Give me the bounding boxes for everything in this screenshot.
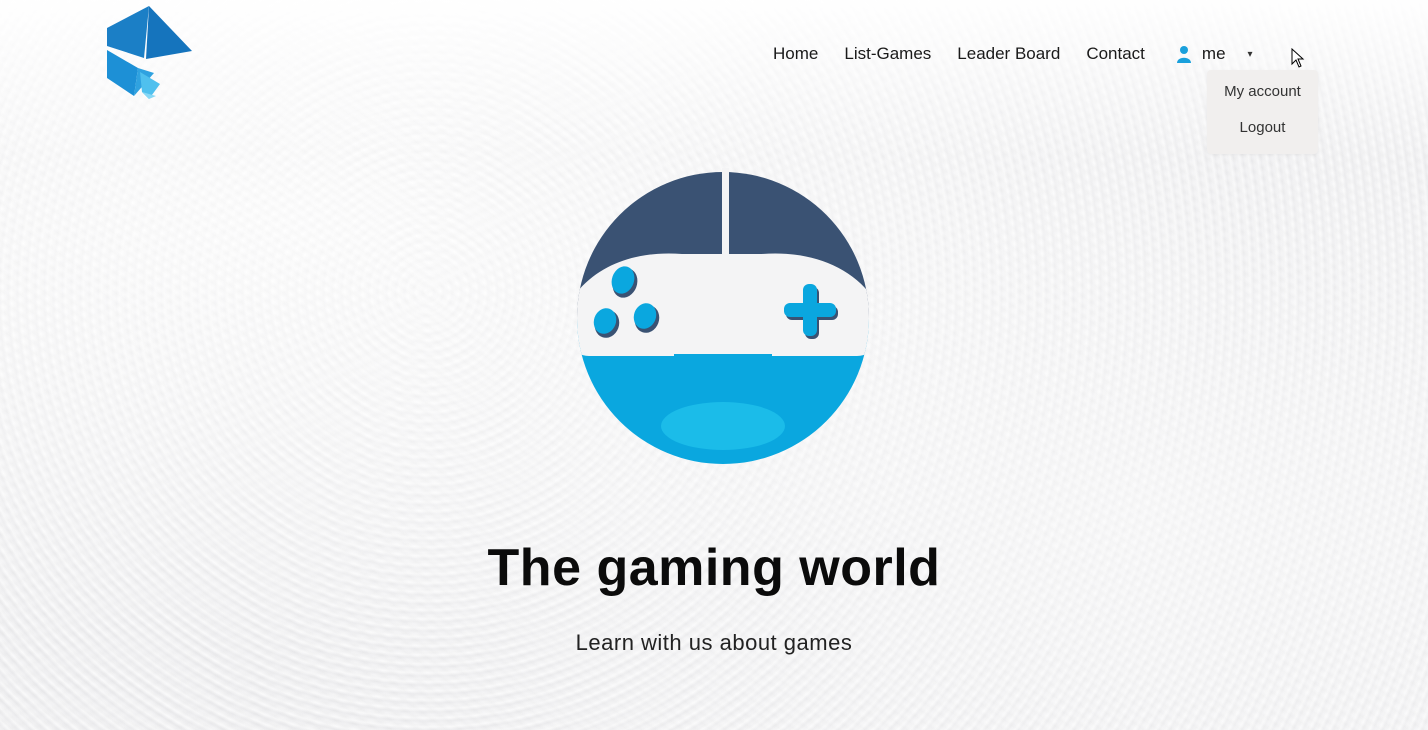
main-nav: Home List-Games Leader Board Contact me … [760, 43, 1253, 65]
user-name: me [1201, 44, 1226, 63]
hero-subtitle: Learn with us about games [575, 630, 853, 655]
nav-link-leader-board[interactable]: Leader Board [957, 43, 1060, 65]
nav-link-list-games[interactable]: List-Games [844, 43, 931, 65]
hero-title: The gaming world [487, 539, 941, 597]
user-icon [1176, 46, 1191, 63]
chevron-down-icon[interactable]: ▾ [1248, 49, 1253, 60]
menu-item-my-account[interactable]: My account [1207, 76, 1318, 112]
user-dropdown-menu: My account Logout [1207, 70, 1318, 154]
gamepad-icon [577, 168, 869, 464]
brand-logo-icon[interactable] [104, 6, 194, 102]
user-menu-toggle[interactable]: me ▾ [1176, 44, 1253, 64]
cursor-icon [1291, 48, 1305, 68]
nav-link-contact[interactable]: Contact [1086, 43, 1145, 65]
nav-link-home[interactable]: Home [773, 43, 818, 65]
menu-item-logout[interactable]: Logout [1207, 112, 1318, 148]
